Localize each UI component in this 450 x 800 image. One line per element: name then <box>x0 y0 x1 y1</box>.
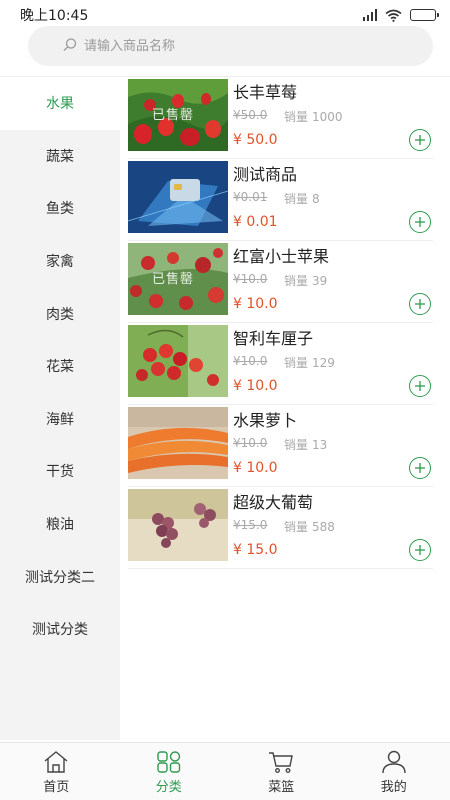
product-name: 超级大葡萄 <box>233 493 314 512</box>
product-name: 长丰草莓 <box>233 83 298 102</box>
product-price: ¥ 10.0 <box>233 296 278 312</box>
plus-icon <box>415 217 425 227</box>
plus-icon <box>415 381 425 391</box>
product-item[interactable]: 测试商品 ¥0.01 销量 8 ¥ 0.01 <box>128 159 433 241</box>
wifi-icon <box>385 9 402 22</box>
search-bar[interactable] <box>28 26 433 66</box>
original-price: ¥10.0 <box>233 436 268 450</box>
sidebar-item-cauliflower[interactable]: 花菜 <box>0 340 120 393</box>
tab-profile[interactable]: 我的 <box>338 743 450 800</box>
plus-icon <box>415 545 425 555</box>
category-icon <box>157 751 180 773</box>
product-image: 已售罄 <box>128 243 228 315</box>
product-item[interactable]: 已售罄 红富小士苹果 ¥10.0 销量 39 ¥ 10.0 <box>128 241 433 323</box>
search-icon <box>63 38 77 52</box>
product-price: ¥ 10.0 <box>233 378 278 394</box>
search-input[interactable] <box>62 26 433 66</box>
add-to-cart-button[interactable] <box>409 539 431 561</box>
product-image <box>128 161 228 233</box>
product-price: ¥ 10.0 <box>233 460 278 476</box>
sidebar-item-dried-goods[interactable]: 干货 <box>0 445 120 498</box>
category-sidebar: 水果 蔬菜 鱼类 家禽 肉类 花菜 海鲜 干货 粮油 测试分类二 测试分类 <box>0 77 120 740</box>
sales-count: 销量 13 <box>284 438 328 452</box>
product-item[interactable]: 智利车厘子 ¥10.0 销量 129 ¥ 10.0 <box>128 323 433 405</box>
add-to-cart-button[interactable] <box>409 129 431 151</box>
sidebar-item-grain-oil[interactable]: 粮油 <box>0 498 120 551</box>
sidebar-item-fruit[interactable]: 水果 <box>0 77 120 130</box>
sidebar-item-poultry[interactable]: 家禽 <box>0 235 120 288</box>
product-image <box>128 407 228 479</box>
tab-home[interactable]: 首页 <box>0 743 113 800</box>
sidebar-item-test-category-2[interactable]: 测试分类二 <box>0 550 120 603</box>
sold-out-watermark: 已售罄 <box>152 272 195 287</box>
status-time: 晚上10:45 <box>20 8 89 24</box>
cart-icon <box>269 752 294 773</box>
product-item[interactable]: 超级大葡萄 ¥15.0 销量 588 ¥ 15.0 <box>128 487 433 569</box>
product-price: ¥ 50.0 <box>233 132 278 148</box>
product-item[interactable]: 已售罄 长丰草莓 ¥50.0 销量 1000 ¥ 50.0 <box>128 77 433 159</box>
signal-icon <box>363 9 377 21</box>
original-price: ¥10.0 <box>233 272 268 286</box>
status-icons <box>363 9 439 22</box>
tab-label: 菜篮 <box>268 780 295 795</box>
sales-count: 销量 588 <box>284 520 335 534</box>
tab-label: 我的 <box>380 780 407 795</box>
battery-icon <box>410 9 439 21</box>
sidebar-item-seafood[interactable]: 海鲜 <box>0 393 120 446</box>
original-price: ¥15.0 <box>233 518 268 532</box>
plus-icon <box>415 299 425 309</box>
product-list: 已售罄 长丰草莓 ¥50.0 销量 1000 ¥ 50.0 测试商品 ¥0.01 … <box>128 77 433 569</box>
product-name: 智利车厘子 <box>233 329 314 348</box>
product-price: ¥ 15.0 <box>233 542 278 558</box>
product-price: ¥ 0.01 <box>233 214 278 230</box>
product-name: 红富小士苹果 <box>233 247 330 266</box>
add-to-cart-button[interactable] <box>409 293 431 315</box>
tab-label: 首页 <box>43 780 70 795</box>
product-item[interactable]: 水果萝卜 ¥10.0 销量 13 ¥ 10.0 <box>128 405 433 487</box>
add-to-cart-button[interactable] <box>409 211 431 233</box>
tab-cart[interactable]: 菜篮 <box>225 743 338 800</box>
plus-icon <box>415 135 425 145</box>
sold-out-watermark: 已售罄 <box>152 108 195 123</box>
sales-count: 销量 129 <box>284 356 335 370</box>
add-to-cart-button[interactable] <box>409 457 431 479</box>
original-price: ¥10.0 <box>233 354 268 368</box>
original-price: ¥0.01 <box>233 190 268 204</box>
sidebar-item-fish[interactable]: 鱼类 <box>0 182 120 235</box>
user-icon <box>382 750 406 774</box>
sales-count: 销量 39 <box>284 274 328 288</box>
sidebar-item-vegetables[interactable]: 蔬菜 <box>0 130 120 183</box>
plus-icon <box>415 463 425 473</box>
product-image: 已售罄 <box>128 79 228 151</box>
sidebar-item-test-category[interactable]: 测试分类 <box>0 603 120 656</box>
product-image <box>128 325 228 397</box>
bottom-tab-bar: 首页 分类 菜篮 我的 <box>0 742 450 800</box>
home-icon <box>44 751 68 773</box>
product-image <box>128 489 228 561</box>
product-name: 测试商品 <box>233 165 298 184</box>
original-price: ¥50.0 <box>233 108 268 122</box>
tab-category[interactable]: 分类 <box>113 743 226 800</box>
tab-label: 分类 <box>155 780 182 795</box>
product-name: 水果萝卜 <box>233 411 298 430</box>
add-to-cart-button[interactable] <box>409 375 431 397</box>
sales-count: 销量 1000 <box>284 110 343 124</box>
sales-count: 销量 8 <box>284 192 320 206</box>
sidebar-item-meat[interactable]: 肉类 <box>0 287 120 340</box>
